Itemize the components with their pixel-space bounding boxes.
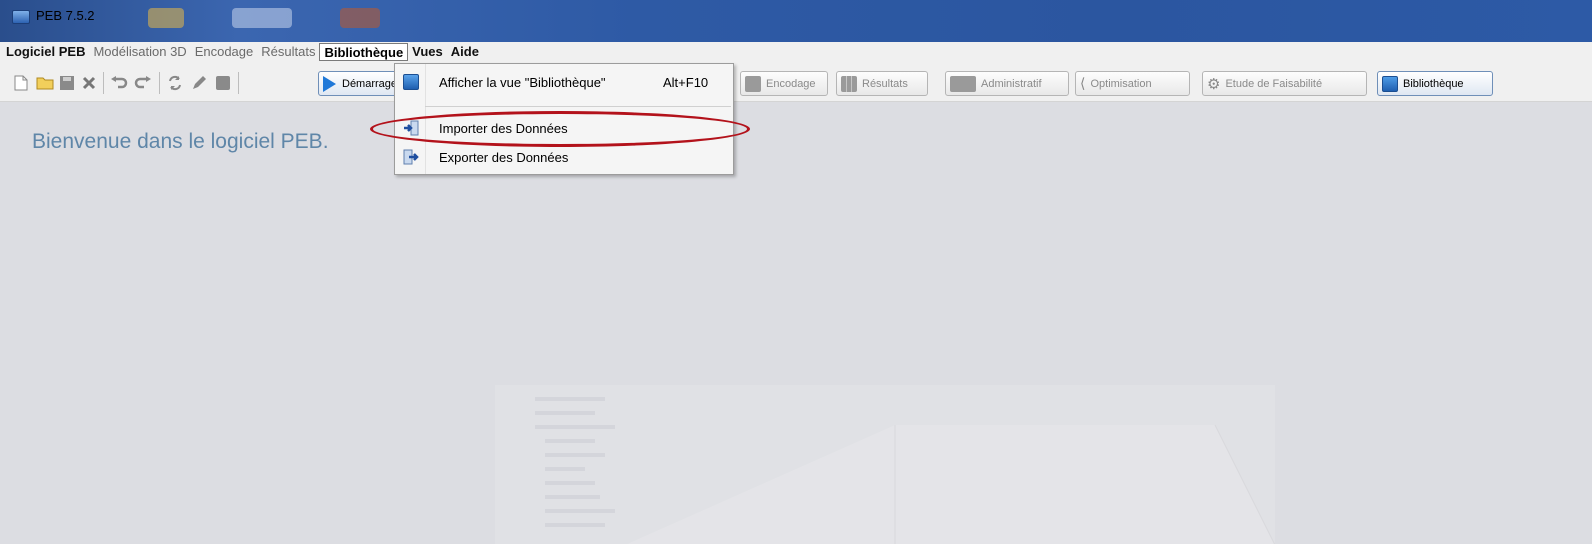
menu-resultats[interactable]: Résultats bbox=[257, 43, 319, 61]
menu-item-label: Afficher la vue "Bibliothèque" bbox=[439, 74, 606, 90]
window-title: PEB 7.5.2 bbox=[36, 8, 95, 23]
bibliotheque-button[interactable]: Bibliothèque bbox=[1377, 71, 1493, 96]
etude-faisabilite-label: Etude de Faisabilité bbox=[1225, 77, 1323, 90]
close-icon[interactable] bbox=[80, 74, 98, 92]
resultats-button[interactable]: Résultats bbox=[836, 71, 928, 96]
administratif-button[interactable]: Administratif bbox=[945, 71, 1069, 96]
menu-bibliotheque[interactable]: Bibliothèque bbox=[319, 43, 409, 61]
menu-logiciel-peb[interactable]: Logiciel PEB bbox=[2, 43, 89, 61]
toolbar-separator bbox=[238, 72, 239, 94]
bibliotheque-label: Bibliothèque bbox=[1403, 77, 1464, 90]
title-bar-decoration bbox=[148, 8, 184, 28]
menu-separator bbox=[425, 106, 731, 107]
menu-item-importer-donnees[interactable]: Importer des Données bbox=[395, 115, 733, 141]
gear-icon: ⚙ bbox=[1207, 75, 1221, 93]
menu-bar: Logiciel PEB Modélisation 3D Encodage Ré… bbox=[0, 42, 1592, 62]
optimisation-icon: ⟨ bbox=[1080, 75, 1086, 91]
redo-icon[interactable] bbox=[134, 74, 152, 92]
menu-aide[interactable]: Aide bbox=[447, 43, 483, 61]
title-bar-decoration bbox=[340, 8, 380, 28]
undo-icon[interactable] bbox=[110, 74, 128, 92]
menu-item-label: Exporter des Données bbox=[439, 149, 569, 165]
admin-icon bbox=[950, 75, 976, 92]
optimisation-label: Optimisation bbox=[1090, 77, 1152, 90]
app-icon bbox=[12, 10, 30, 24]
toolbar-separator bbox=[159, 72, 160, 94]
toolbar-separator bbox=[103, 72, 104, 94]
save-icon[interactable] bbox=[58, 74, 76, 92]
optimisation-button[interactable]: ⟨ Optimisation bbox=[1075, 71, 1190, 96]
menu-item-label: Importer des Données bbox=[439, 120, 568, 136]
encodage-label: Encodage bbox=[766, 77, 816, 90]
menu-item-afficher-bibliotheque[interactable]: Afficher la vue "Bibliothèque" Alt+F10 bbox=[395, 69, 733, 95]
etude-faisabilite-button[interactable]: ⚙ Etude de Faisabilité bbox=[1202, 71, 1367, 96]
results-icon bbox=[841, 75, 857, 92]
library-view-icon bbox=[403, 74, 419, 90]
toolbar: Démarrage Encodage Résultats Administrat… bbox=[0, 62, 1592, 102]
library-icon bbox=[1382, 75, 1398, 92]
resultats-label: Résultats bbox=[862, 77, 908, 90]
open-folder-icon[interactable] bbox=[36, 74, 54, 92]
play-icon bbox=[323, 75, 336, 92]
stop-icon[interactable] bbox=[214, 74, 232, 92]
menu-item-shortcut: Alt+F10 bbox=[663, 74, 709, 90]
import-icon bbox=[403, 120, 419, 136]
bibliotheque-dropdown-menu: Afficher la vue "Bibliothèque" Alt+F10 I… bbox=[394, 63, 734, 175]
background-watermark bbox=[495, 385, 1275, 544]
encodage-icon bbox=[745, 75, 761, 92]
refresh-icon[interactable] bbox=[166, 74, 184, 92]
edit-icon[interactable] bbox=[190, 74, 208, 92]
new-file-icon[interactable] bbox=[12, 74, 30, 92]
menu-encodage[interactable]: Encodage bbox=[191, 43, 258, 61]
encodage-button[interactable]: Encodage bbox=[740, 71, 828, 96]
title-bar-decoration bbox=[232, 8, 292, 28]
demarrage-button[interactable]: Démarrage bbox=[318, 71, 400, 96]
menu-vues[interactable]: Vues bbox=[408, 43, 447, 61]
welcome-heading: Bienvenue dans le logiciel PEB. bbox=[32, 130, 329, 153]
title-bar: PEB 7.5.2 bbox=[0, 0, 1592, 42]
demarrage-label: Démarrage bbox=[342, 77, 398, 90]
menu-item-exporter-donnees[interactable]: Exporter des Données bbox=[395, 144, 733, 170]
export-icon bbox=[403, 149, 419, 165]
administratif-label: Administratif bbox=[981, 77, 1042, 90]
main-content: Bienvenue dans le logiciel PEB. bbox=[0, 103, 1592, 544]
menu-modelisation-3d[interactable]: Modélisation 3D bbox=[89, 43, 190, 61]
